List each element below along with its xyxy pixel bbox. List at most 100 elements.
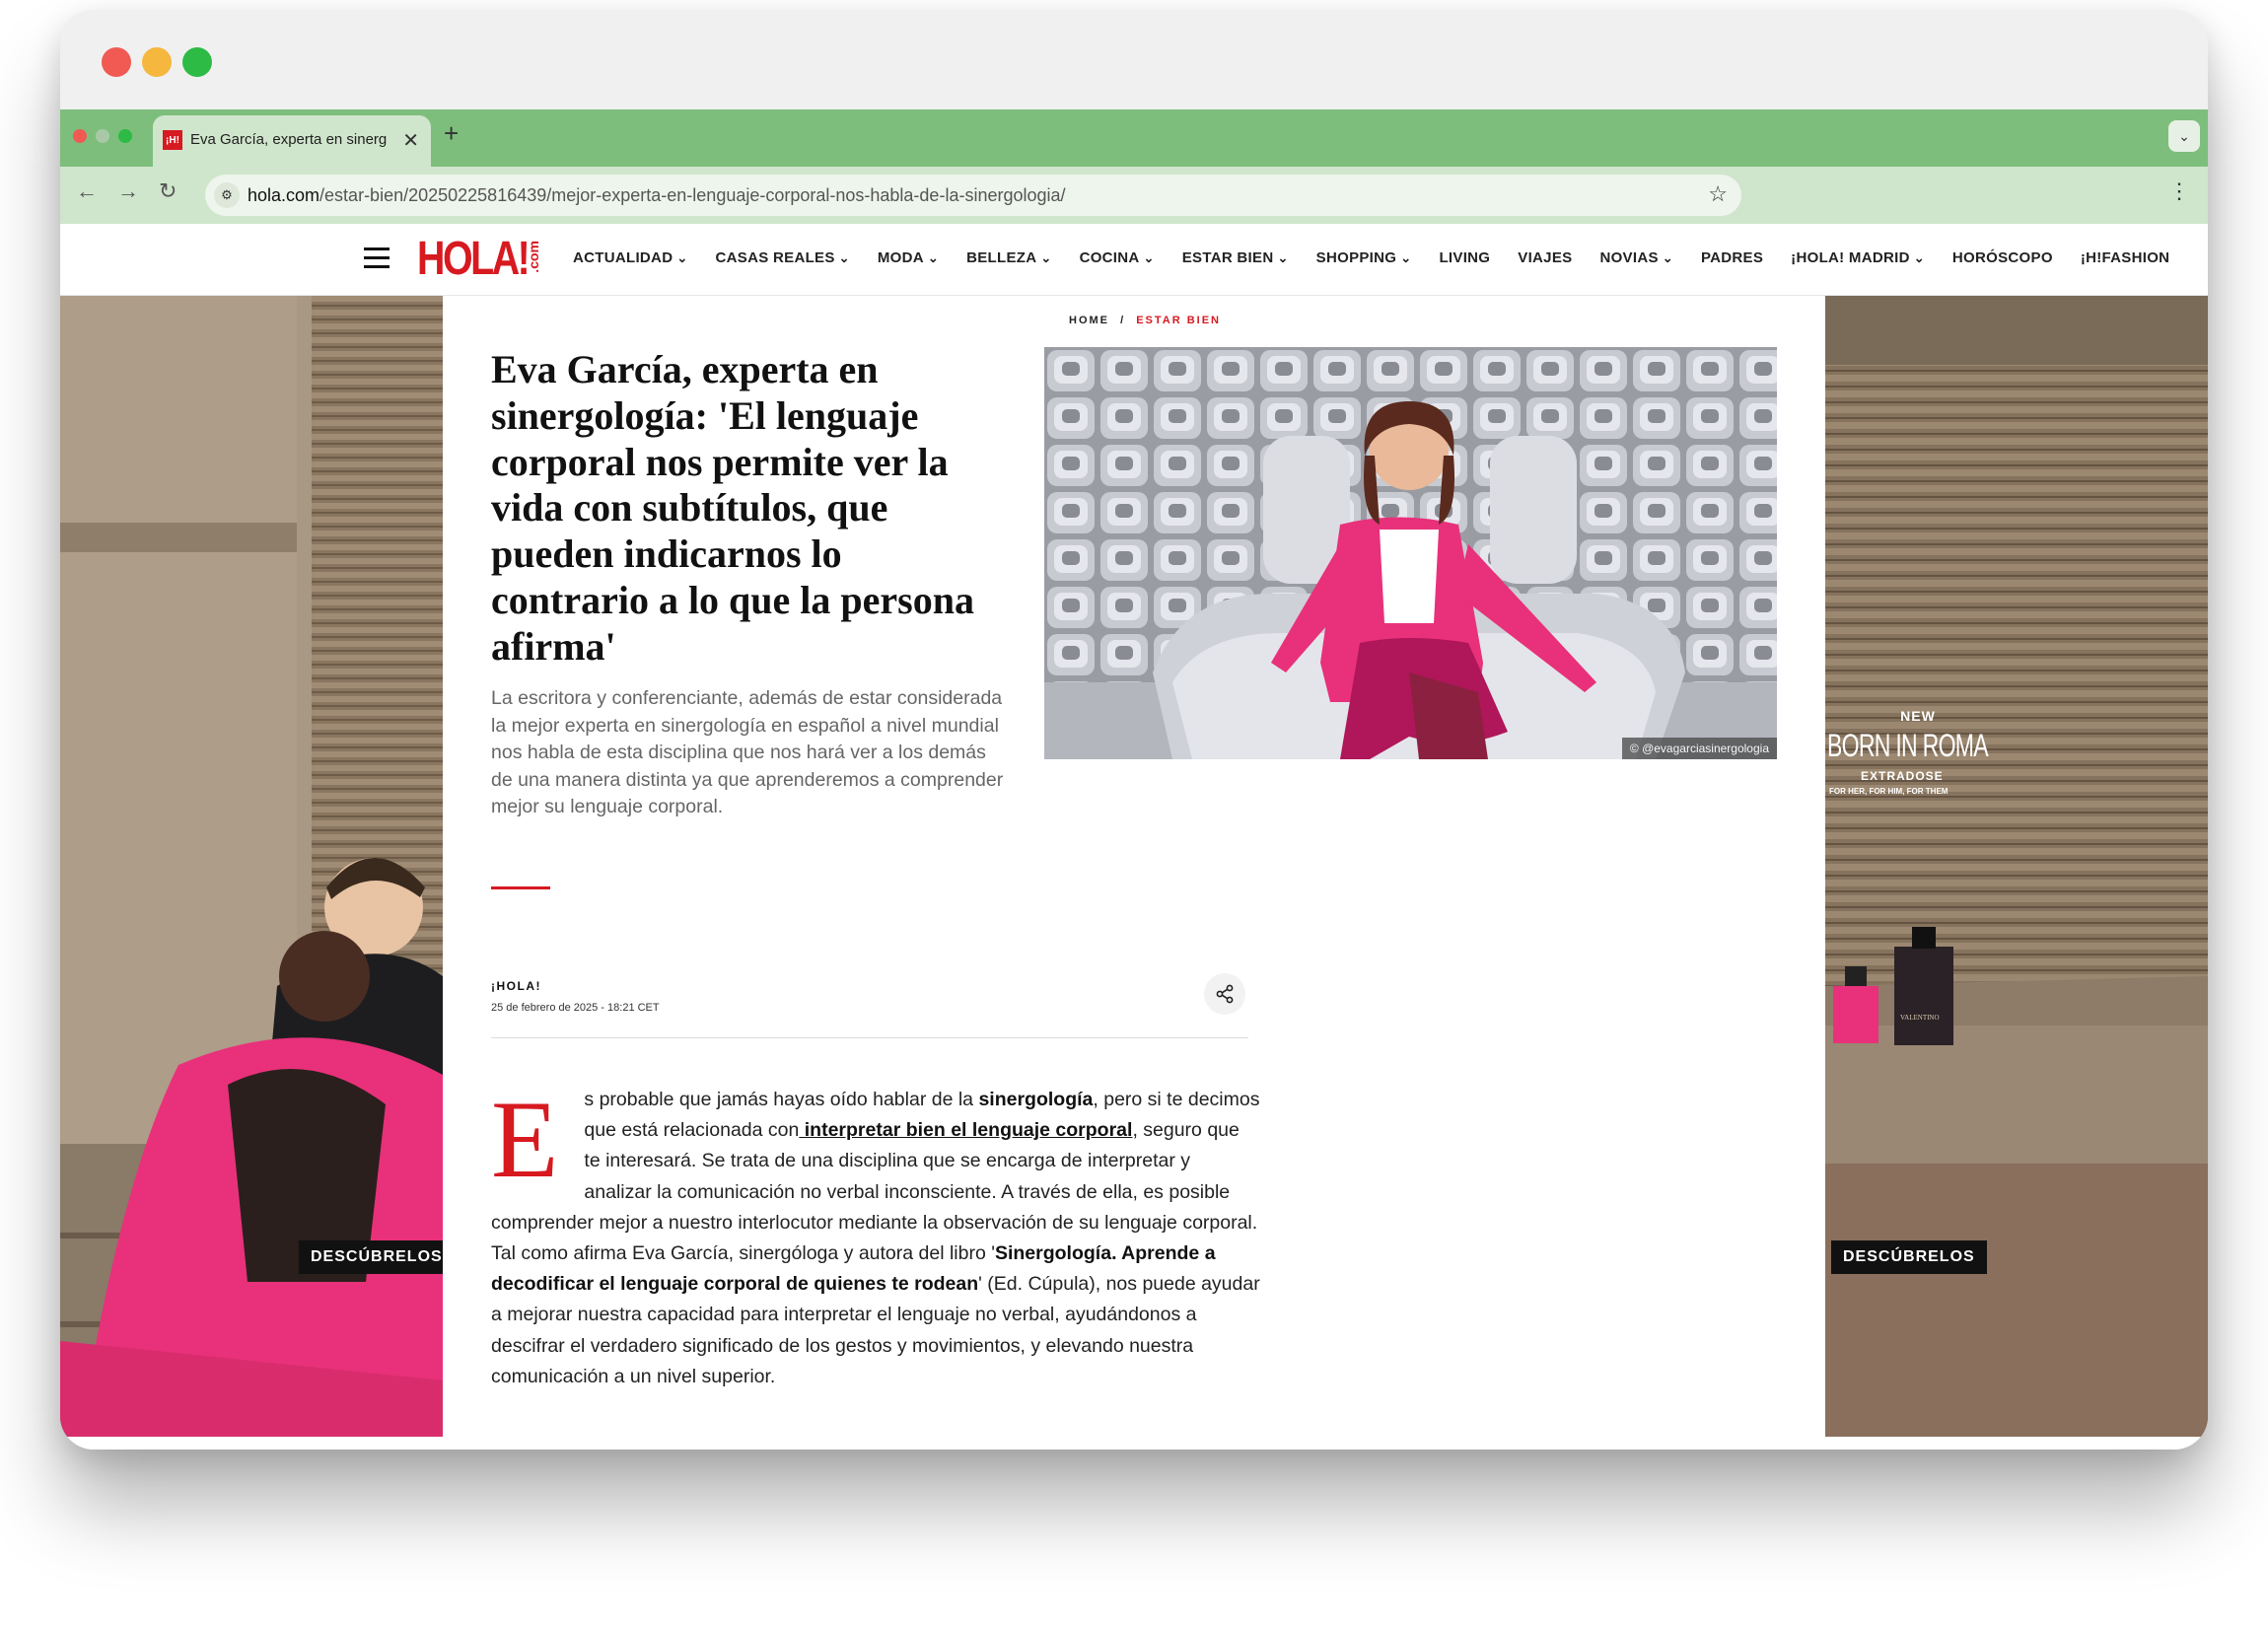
nav-item-1[interactable]: CASAS REALES ⌄ [716, 249, 850, 266]
share-button[interactable] [1204, 973, 1245, 1015]
right-ad-new-label: NEW [1900, 708, 1936, 724]
chevron-down-icon: ⌄ [676, 250, 688, 265]
hola-favicon-icon: ¡H! [163, 130, 182, 150]
browser-menu-icon[interactable]: ⋮ [2168, 178, 2190, 204]
chevron-down-icon: ⌄ [927, 250, 940, 265]
logo-suffix: .com [526, 241, 541, 273]
nav-item-label: NOVIAS [1599, 249, 1659, 266]
browser-toolbar: ← → ↻ ⚙ hola.com/estar-bien/202502258164… [60, 167, 2208, 224]
close-window-button[interactable] [102, 47, 131, 77]
photo-credit: © @evagarciasinergologia [1621, 738, 1777, 759]
nav-item-label: SHOPPING [1315, 249, 1397, 266]
nav-item-6[interactable]: SHOPPING ⌄ [1316, 249, 1412, 266]
web-page: HOLA! .com ACTUALIDAD ⌄ CASAS REALES ⌄ MODA ⌄… [60, 224, 2208, 1450]
right-ad-cta-button[interactable]: DESCÚBRELOS [1831, 1240, 1987, 1274]
nav-item-11[interactable]: ¡HOLA! MADRID ⌄ [1791, 249, 1925, 266]
chevron-down-icon: ⌄ [1662, 250, 1673, 265]
article-body: Es probable que jamás hayas oído hablar … [491, 1085, 1260, 1392]
nav-item-5[interactable]: ESTAR BIEN ⌄ [1182, 249, 1289, 266]
article-byline: ¡HOLA! [491, 979, 541, 993]
right-ad-bottle-brand: VALENTINO [1900, 1014, 1940, 1022]
new-tab-plus-icon[interactable]: + [444, 118, 459, 149]
right-ad-product-name: BORN IN ROMA [1827, 728, 1989, 763]
tab-close-icon[interactable]: ✕ [402, 128, 419, 153]
tab-search-chevron-icon[interactable]: ⌄ [2168, 120, 2200, 152]
nav-item-label: ESTAR BIEN [1181, 249, 1274, 266]
active-tab[interactable]: ¡H! Eva García, experta en sinerg ✕ [153, 115, 431, 167]
address-bar[interactable]: ⚙ hola.com/estar-bien/20250225816439/mej… [205, 175, 1741, 216]
chevron-down-icon: ⌄ [1400, 250, 1412, 265]
nav-item-label: HORÓSCOPO [1951, 249, 2053, 266]
forward-arrow-icon[interactable]: → [117, 178, 139, 204]
tab-bar: ¡H! Eva García, experta en sinerg ✕ + ⌄ [60, 109, 2208, 167]
article-headline: Eva García, experta en sinergología: 'El… [491, 347, 974, 669]
nav-item-3[interactable]: BELLEZA ⌄ [966, 249, 1051, 266]
nav-item-label: MODA [877, 249, 924, 266]
nav-item-9[interactable]: NOVIAS ⌄ [1599, 249, 1673, 266]
inner-close-dot[interactable] [73, 129, 87, 143]
chevron-down-icon: ⌄ [1040, 250, 1052, 265]
article-hero-image[interactable]: © @evagarciasinergologia [1044, 347, 1777, 759]
breadcrumb: HOME / ESTAR BIEN [1069, 315, 1221, 326]
nav-item-label: PADRES [1700, 249, 1764, 266]
chevron-down-icon: ⌄ [1143, 250, 1155, 265]
hola-logo[interactable]: HOLA! .com [417, 235, 552, 286]
reload-icon[interactable]: ↻ [159, 178, 177, 204]
inner-minimize-dot[interactable] [96, 129, 109, 143]
body-link-lenguaje-corporal[interactable]: interpretar bien el lenguaje corporal [799, 1119, 1133, 1141]
drop-cap: E [491, 1079, 559, 1201]
nav-item-label: ACTUALIDAD [573, 249, 673, 266]
main-nav: ACTUALIDAD ⌄ CASAS REALES ⌄ MODA ⌄ BELLEZA ⌄ COC… [573, 249, 2169, 266]
nav-item-12[interactable]: HORÓSCOPO [1952, 249, 2053, 266]
bookmark-star-icon[interactable]: ☆ [1708, 181, 1728, 207]
nav-item-10[interactable]: PADRES [1701, 249, 1763, 266]
breadcrumb-section[interactable]: ESTAR BIEN [1136, 315, 1221, 326]
chevron-down-icon: ⌄ [838, 250, 850, 265]
nav-item-2[interactable]: MODA ⌄ [878, 249, 939, 266]
hero-photo-artwork [1044, 347, 1777, 759]
site-header: HOLA! .com ACTUALIDAD ⌄ CASAS REALES ⌄ MODA ⌄… [60, 224, 2208, 296]
browser-window: ¡H! Eva García, experta en sinerg ✕ + ⌄ … [60, 10, 2208, 1450]
breadcrumb-separator: / [1120, 315, 1126, 326]
zoom-window-button[interactable] [182, 47, 212, 77]
nav-item-label: COCINA [1079, 249, 1140, 266]
nav-item-label: ¡H!FASHION [2080, 249, 2170, 266]
inner-zoom-dot[interactable] [118, 129, 132, 143]
logo-wordmark: HOLA! [417, 233, 531, 285]
site-settings-icon[interactable]: ⚙ [214, 182, 240, 208]
back-arrow-icon[interactable]: ← [76, 178, 98, 204]
nav-item-label: LIVING [1439, 249, 1491, 266]
nav-item-13[interactable]: ¡H!FASHION [2081, 249, 2170, 266]
minimize-window-button[interactable] [142, 47, 172, 77]
nav-item-label: CASAS REALES [715, 249, 835, 266]
chevron-down-icon: ⌄ [1277, 250, 1289, 265]
url-domain: hola.com [248, 185, 320, 205]
right-ad-tagline: FOR HER, FOR HIM, FOR THEM [1829, 787, 1949, 796]
breadcrumb-home[interactable]: HOME [1069, 315, 1109, 326]
hamburger-menu-icon[interactable] [364, 248, 390, 274]
nav-item-8[interactable]: VIAJES [1518, 249, 1572, 266]
accent-divider [491, 886, 550, 889]
chevron-down-icon: ⌄ [1913, 250, 1925, 265]
left-ad-cta-button[interactable]: DESCÚBRELOS [299, 1240, 443, 1274]
right-ad-variant: EXTRADOSE [1861, 769, 1944, 783]
nav-item-0[interactable]: ACTUALIDAD ⌄ [573, 249, 688, 266]
tab-title: Eva García, experta en sinerg [190, 131, 388, 148]
nav-item-label: BELLEZA [966, 249, 1037, 266]
body-text-1: s probable que jamás hayas oído hablar d… [584, 1089, 979, 1110]
article-date: 25 de febrero de 2025 - 18:21 CET [491, 1002, 660, 1014]
url-text[interactable]: hola.com/estar-bien/20250225816439/mejor… [248, 185, 1066, 206]
nav-item-label: VIAJES [1518, 249, 1573, 266]
window-controls [102, 47, 212, 77]
right-advertisement[interactable]: NEW BORN IN ROMA EXTRADOSE FOR HER, FOR … [1825, 296, 2208, 1437]
body-bold-sinergologia: sinergología [978, 1089, 1094, 1110]
meta-divider [491, 1037, 1248, 1038]
inner-window-controls [73, 129, 132, 143]
article-dek: La escritora y conferenciante, además de… [491, 687, 1004, 817]
nav-item-4[interactable]: COCINA ⌄ [1080, 249, 1155, 266]
url-path: /estar-bien/20250225816439/mejor-experta… [319, 185, 1066, 205]
left-advertisement[interactable]: DESCÚBRELOS [60, 296, 443, 1437]
share-icon [1216, 984, 1234, 1004]
nav-item-7[interactable]: LIVING [1439, 249, 1490, 266]
nav-item-label: ¡HOLA! MADRID [1791, 249, 1910, 266]
